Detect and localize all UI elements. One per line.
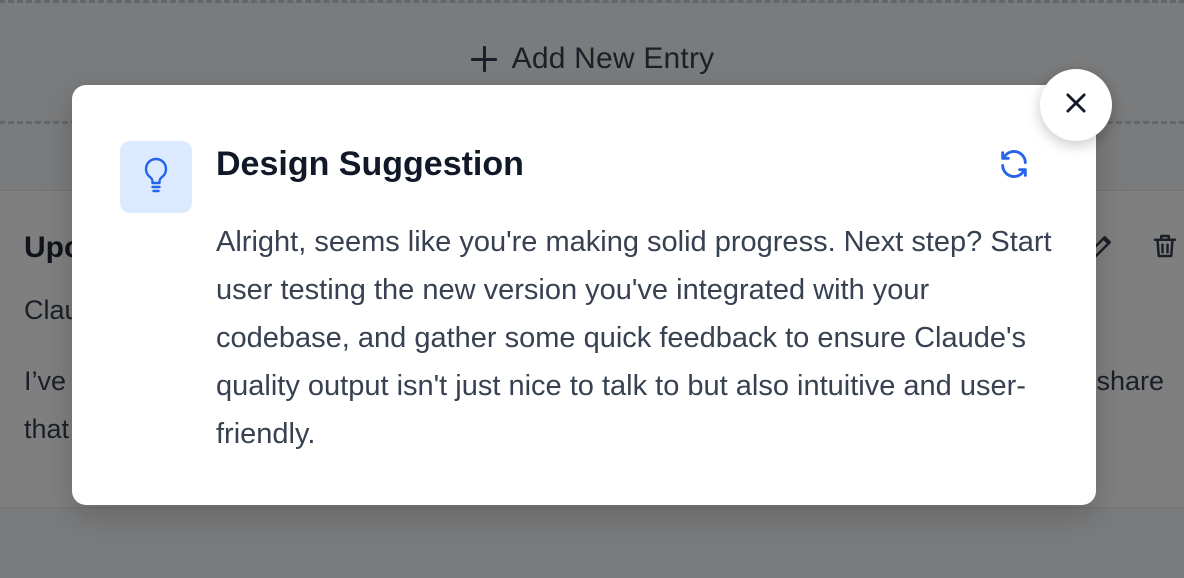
refresh-suggestion-button[interactable] (994, 146, 1034, 186)
lightbulb-icon (141, 156, 171, 199)
modal-title: Design Suggestion (216, 145, 524, 183)
design-suggestion-modal: Design Suggestion Alright, seems like yo… (72, 85, 1096, 505)
close-modal-button[interactable] (1040, 69, 1112, 141)
suggestion-icon-tile (120, 141, 192, 213)
close-icon (1062, 89, 1090, 122)
suggestion-message: Alright, seems like you're making solid … (216, 226, 1052, 450)
refresh-icon (997, 147, 1031, 186)
